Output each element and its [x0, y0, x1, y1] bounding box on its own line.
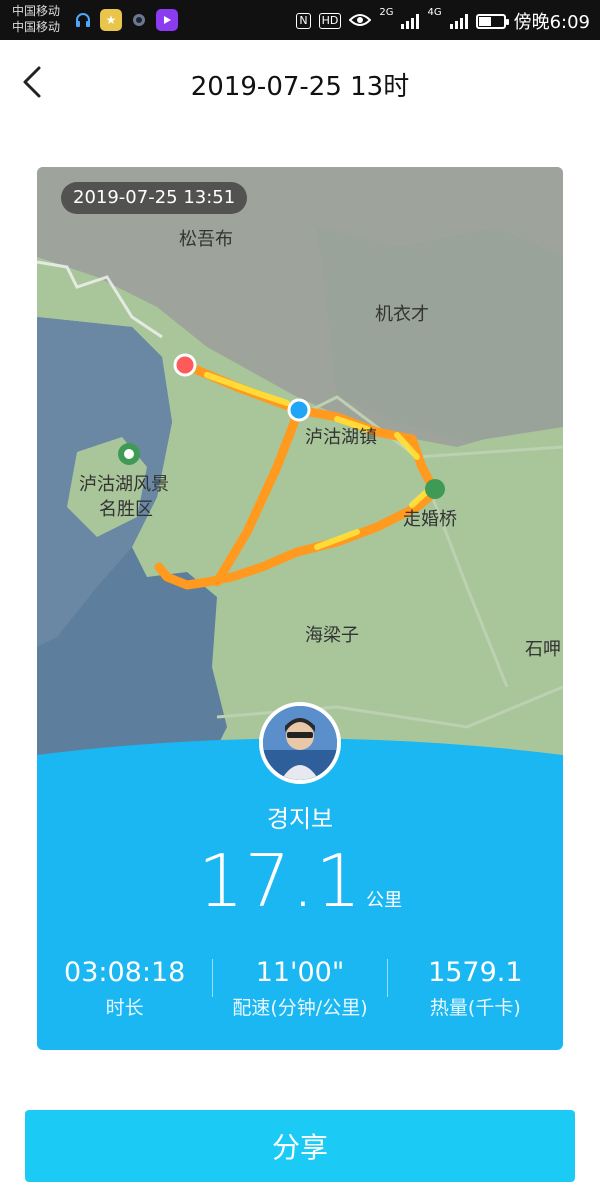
status-right: N HD 2G 4G 傍晚6:09 — [296, 8, 590, 34]
status-bar: 中国移动 中国移动 ★ N HD 2G 4G 傍晚6:09 — [0, 0, 600, 40]
eye-icon — [348, 11, 372, 32]
place-label: 石呷 — [525, 639, 561, 660]
notification-icons: ★ — [72, 9, 178, 31]
nfc-icon: N — [296, 13, 311, 29]
stat-calories: 1579.1 热量(千卡) — [388, 955, 563, 1023]
place-label: 海梁子 — [305, 625, 359, 646]
stats-row: 03:08:18 时长 11'00" 配速(分钟/公里) 1579.1 热量(千… — [37, 955, 563, 1023]
place-label: 名胜区 — [99, 499, 153, 520]
map-time-badge: 2019-07-25 13:51 — [61, 182, 248, 214]
video-app-icon — [156, 9, 178, 31]
carrier-info: 中国移动 中国移动 — [12, 3, 60, 35]
net-2g-label: 2G — [379, 7, 394, 18]
user-name: 경지보 — [266, 805, 334, 833]
page-title: 2019-07-25 13时 — [190, 72, 410, 102]
stat-divider — [212, 959, 214, 997]
net-4g-label: 4G — [427, 7, 442, 18]
place-label: 松吾布 — [179, 229, 233, 250]
stat-value: 11'00" — [255, 957, 345, 988]
stat-value: 1579.1 — [428, 957, 523, 988]
camera-app-icon — [128, 9, 150, 31]
place-label: 走婚桥 — [403, 509, 457, 530]
place-label: 机衣才 — [375, 304, 429, 325]
start-marker — [173, 353, 197, 377]
distance-display: 17.1 公里 — [37, 839, 563, 923]
distance-value: 17.1 — [197, 839, 363, 923]
route-map[interactable]: 2019-07-25 13:51 松吾布 机衣才 泸沽湖镇 泸沽湖风景 名胜区 … — [37, 167, 563, 787]
end-marker — [287, 398, 311, 422]
header: 2019-07-25 13时 — [0, 40, 600, 126]
carrier-1: 中国移动 — [12, 4, 61, 18]
signal-icon-1 — [401, 13, 420, 29]
star-app-icon: ★ — [100, 9, 122, 31]
stat-label: 配速(分钟/公里) — [232, 997, 368, 1019]
distance-unit: 公里 — [366, 890, 403, 911]
workout-card: 2019-07-25 13:51 松吾布 机衣才 泸沽湖镇 泸沽湖风景 名胜区 … — [37, 167, 563, 1050]
user-photo-icon — [263, 706, 337, 780]
clock: 傍晚6:09 — [513, 12, 590, 33]
stat-label: 热量(千卡) — [429, 997, 521, 1019]
avatar[interactable] — [259, 702, 341, 784]
bridge-poi-icon — [425, 479, 445, 499]
hd-icon: HD — [318, 13, 342, 29]
stat-pace: 11'00" 配速(分钟/公里) — [212, 955, 388, 1023]
battery-icon — [475, 13, 509, 29]
stat-value: 03:08:18 — [64, 957, 186, 988]
carrier-2: 中国移动 — [12, 20, 61, 34]
stat-label: 时长 — [105, 997, 144, 1019]
headset-icon — [72, 9, 94, 31]
stat-duration: 03:08:18 时长 — [37, 955, 212, 1023]
place-label: 泸沽湖镇 — [305, 427, 377, 448]
signal-icon-2 — [449, 13, 468, 29]
place-label: 泸沽湖风景 — [79, 474, 169, 495]
share-button[interactable]: 分享 — [25, 1110, 575, 1182]
